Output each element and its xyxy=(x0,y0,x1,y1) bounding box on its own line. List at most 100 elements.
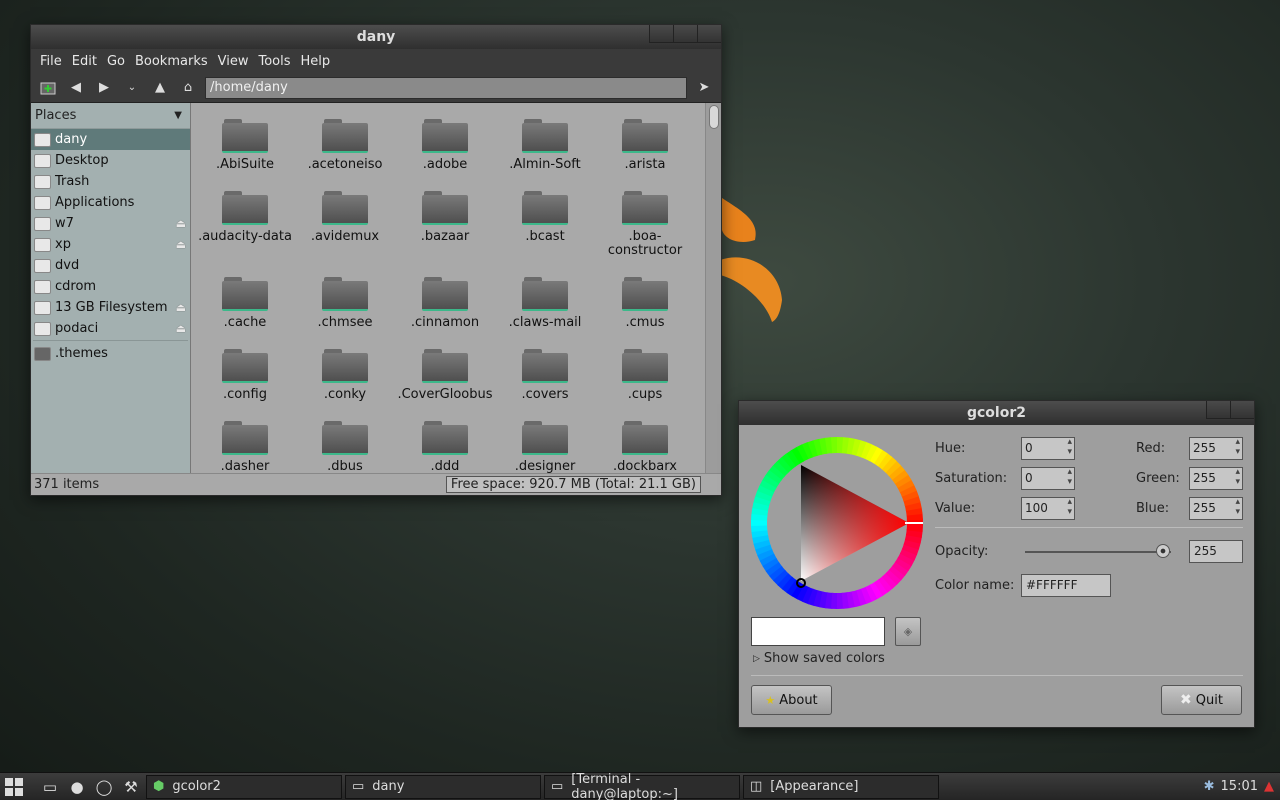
task-gcolor2[interactable]: ⬢ gcolor2 xyxy=(146,774,342,799)
menu-grid-icon[interactable] xyxy=(3,776,25,798)
folder-item[interactable]: .designer xyxy=(495,421,595,473)
folder-item[interactable]: .cmus xyxy=(595,277,695,330)
opacity-slider[interactable] xyxy=(1025,551,1171,553)
sidebar-item-xp[interactable]: xp ⏏ xyxy=(31,234,190,255)
sidebar-item-podaci[interactable]: podaci ⏏ xyxy=(31,318,190,339)
value-spin[interactable]: 100 xyxy=(1021,497,1075,520)
minimize-button[interactable] xyxy=(1206,401,1230,419)
sidebar-item-trash[interactable]: Trash xyxy=(31,171,190,192)
folder-item[interactable]: .covers xyxy=(495,349,595,402)
gcolor2-window: gcolor2 Hue: 0 Saturation: 0 Value: 100 … xyxy=(738,400,1255,728)
color-name-input[interactable]: #FFFFFF xyxy=(1021,574,1111,597)
folder-item[interactable]: .adobe xyxy=(395,119,495,172)
folder-item[interactable]: .dbus xyxy=(295,421,395,473)
back-icon[interactable]: ◀ xyxy=(65,77,87,99)
scrollbar-thumb[interactable] xyxy=(709,105,719,129)
sidebar-item-desktop[interactable]: Desktop xyxy=(31,150,190,171)
eyedropper-button[interactable]: ◈ xyxy=(895,617,921,646)
about-button[interactable]: ★ About xyxy=(751,685,832,715)
blue-spin[interactable]: 255 xyxy=(1189,497,1243,520)
close-button[interactable] xyxy=(697,25,721,43)
folder-label: .audacity-data xyxy=(198,229,292,244)
menu-help[interactable]: Help xyxy=(296,54,336,69)
places-header[interactable]: Places ▼ xyxy=(31,103,190,129)
color-wheel[interactable] xyxy=(749,435,925,611)
sidebar-item-dany[interactable]: dany xyxy=(31,129,190,150)
quit-button[interactable]: ✖ Quit xyxy=(1161,685,1242,715)
bluetooth-icon[interactable]: ✱ xyxy=(1204,779,1215,794)
folder-item[interactable]: .cups xyxy=(595,349,695,402)
terminal-icon[interactable]: ▭ xyxy=(39,776,61,798)
drive-icon xyxy=(34,258,51,273)
menu-go[interactable]: Go xyxy=(102,54,130,69)
hue-spin[interactable]: 0 xyxy=(1021,437,1075,460)
folder-item[interactable]: .ddd xyxy=(395,421,495,473)
history-dropdown-icon[interactable]: ⌄ xyxy=(121,77,143,99)
task-appearance[interactable]: ◫ [Appearance] xyxy=(743,774,939,799)
vertical-scrollbar[interactable] xyxy=(705,103,721,473)
folder-item[interactable]: .CoverGloobus xyxy=(395,349,495,402)
minimize-button[interactable] xyxy=(649,25,673,43)
menu-file[interactable]: File xyxy=(35,54,67,69)
folder-item[interactable]: .claws-mail xyxy=(495,277,595,330)
gcolor2-titlebar[interactable]: gcolor2 xyxy=(739,401,1254,425)
folder-item[interactable]: .dasher xyxy=(195,421,295,473)
folder-item[interactable]: .dockbarx xyxy=(595,421,695,473)
star-icon: ★ xyxy=(765,693,776,707)
folder-item[interactable]: .conky xyxy=(295,349,395,402)
firefox-icon[interactable]: ● xyxy=(66,776,88,798)
folder-item[interactable]: .chmsee xyxy=(295,277,395,330)
fm-titlebar[interactable]: dany xyxy=(31,25,721,49)
close-button[interactable] xyxy=(1230,401,1254,419)
chrome-icon[interactable]: ◯ xyxy=(93,776,115,798)
menu-edit[interactable]: Edit xyxy=(67,54,102,69)
forward-icon[interactable]: ▶ xyxy=(93,77,115,99)
sidebar-item-dvd[interactable]: dvd xyxy=(31,255,190,276)
color-name-label: Color name: xyxy=(935,578,1015,593)
new-folder-icon[interactable] xyxy=(37,77,59,99)
folder-item[interactable]: .boa- constructor xyxy=(595,191,695,258)
folder-item[interactable]: .arista xyxy=(595,119,695,172)
saturation-spin[interactable]: 0 xyxy=(1021,467,1075,490)
menu-tools[interactable]: Tools xyxy=(253,54,295,69)
settings-icon[interactable]: ⚒ xyxy=(120,776,142,798)
volume-muted-icon[interactable]: ▲ xyxy=(1264,779,1274,794)
green-spin[interactable]: 255 xyxy=(1189,467,1243,490)
maximize-button[interactable] xyxy=(673,25,697,43)
home-icon[interactable]: ⌂ xyxy=(177,77,199,99)
go-icon[interactable]: ➤ xyxy=(693,77,715,99)
folder-item[interactable]: .cinnamon xyxy=(395,277,495,330)
folder-item[interactable]: .config xyxy=(195,349,295,402)
eject-icon[interactable]: ⏏ xyxy=(176,238,186,251)
opacity-slider-knob[interactable] xyxy=(1156,544,1170,558)
eject-icon[interactable]: ⏏ xyxy=(176,322,186,335)
sidebar-item-cdrom[interactable]: cdrom xyxy=(31,276,190,297)
folder-item[interactable]: .audacity-data xyxy=(195,191,295,244)
task-dany[interactable]: ▭ dany xyxy=(345,774,541,799)
up-icon[interactable]: ▲ xyxy=(149,77,171,99)
folder-item[interactable]: .avidemux xyxy=(295,191,395,244)
location-input[interactable]: /home/dany xyxy=(205,76,687,99)
menu-view[interactable]: View xyxy=(213,54,254,69)
show-saved-expander[interactable]: ▷ Show saved colors xyxy=(753,651,885,666)
eject-icon[interactable]: ⏏ xyxy=(176,301,186,314)
menu-bookmarks[interactable]: Bookmarks xyxy=(130,54,213,69)
chevron-down-icon[interactable]: ▼ xyxy=(174,110,182,121)
folder-item[interactable]: .bcast xyxy=(495,191,595,244)
folder-item[interactable]: .bazaar xyxy=(395,191,495,244)
task-terminal[interactable]: ▭ [Terminal - dany@laptop:~] xyxy=(544,772,740,800)
folder-item[interactable]: .acetoneiso xyxy=(295,119,395,172)
folder-label: .acetoneiso xyxy=(307,157,383,172)
folder-item[interactable]: .AbiSuite xyxy=(195,119,295,172)
red-spin[interactable]: 255 xyxy=(1189,437,1243,460)
folder-item[interactable]: .cache xyxy=(195,277,295,330)
eject-icon[interactable]: ⏏ xyxy=(176,217,186,230)
sidebar-item-applications[interactable]: Applications xyxy=(31,192,190,213)
sidebar-item-filesystem[interactable]: 13 GB Filesystem ⏏ xyxy=(31,297,190,318)
sidebar-item-themes[interactable]: .themes xyxy=(31,343,190,364)
folder-item[interactable]: .Almin-Soft xyxy=(495,119,595,172)
clock[interactable]: 15:01 xyxy=(1221,779,1258,794)
terminal-icon: ▭ xyxy=(551,779,564,794)
opacity-field[interactable]: 255 xyxy=(1189,540,1243,563)
sidebar-item-w7[interactable]: w7 ⏏ xyxy=(31,213,190,234)
